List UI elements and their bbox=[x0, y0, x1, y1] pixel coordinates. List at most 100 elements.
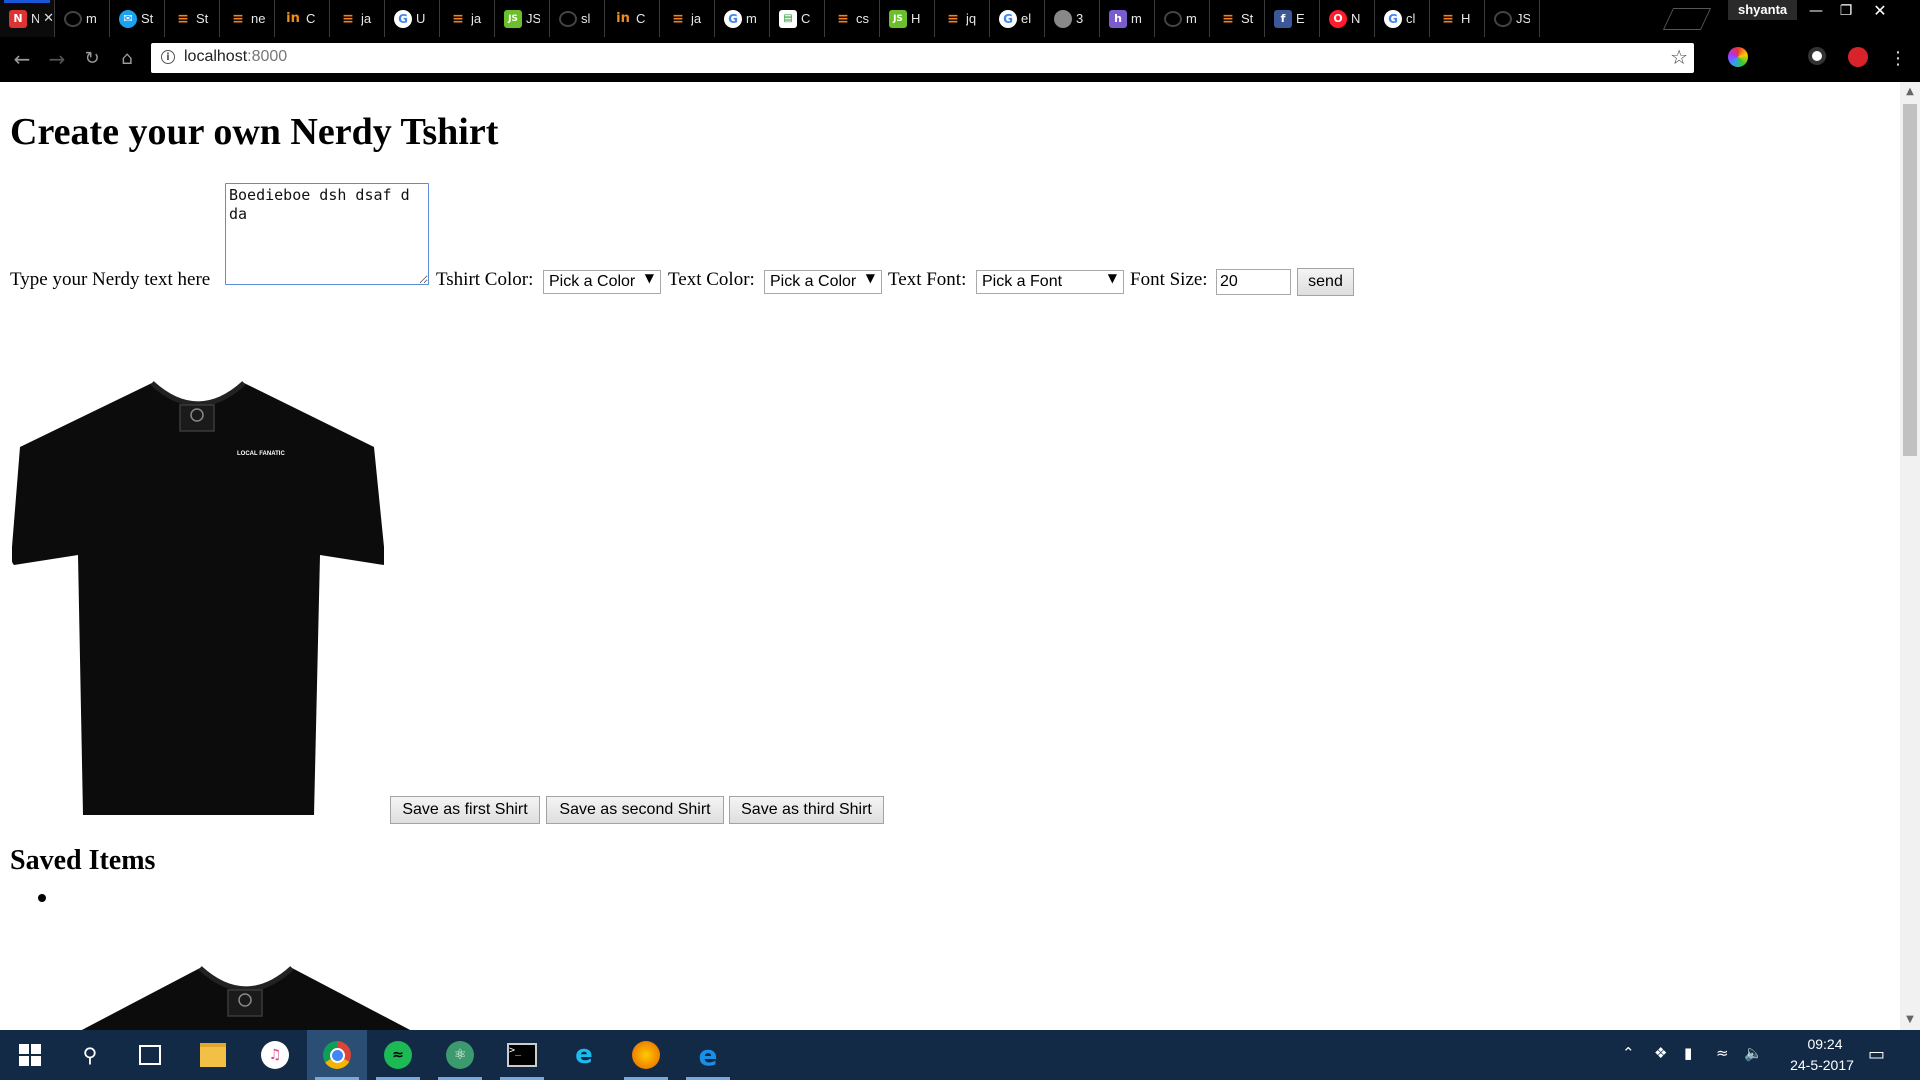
itunes-button[interactable]: ♫ bbox=[245, 1030, 305, 1080]
battery-icon[interactable]: ▮ bbox=[1684, 1044, 1692, 1062]
internet-explorer-button[interactable]: e bbox=[554, 1030, 614, 1080]
browser-tab[interactable]: ≡ St bbox=[165, 0, 220, 37]
color-picker-extension-icon[interactable] bbox=[1728, 47, 1748, 67]
menu-icon[interactable]: ⋮ bbox=[1884, 45, 1912, 73]
tab-title: H bbox=[911, 11, 921, 26]
scroll-thumb[interactable] bbox=[1903, 104, 1917, 456]
spotify-button[interactable]: ≈ bbox=[368, 1030, 428, 1080]
browser-tab[interactable]: ▤ C bbox=[770, 0, 825, 37]
lastpass-extension-icon[interactable] bbox=[1848, 47, 1868, 67]
browser-tab[interactable]: GU bbox=[385, 0, 440, 37]
browser-tab[interactable]: ≡ ne bbox=[220, 0, 275, 37]
linkedin-icon: in bbox=[286, 11, 300, 26]
firefox-icon bbox=[632, 1041, 660, 1069]
stackoverflow-icon: ≡ bbox=[837, 10, 849, 27]
extension-icon[interactable] bbox=[1808, 47, 1826, 65]
tab-title: ja bbox=[361, 11, 372, 26]
browser-tab[interactable]: ≡ ja bbox=[440, 0, 495, 37]
vertical-scrollbar[interactable]: ▲ ▼ bbox=[1900, 82, 1920, 1030]
task-view-button[interactable] bbox=[120, 1030, 180, 1080]
close-window-icon[interactable]: ✕ bbox=[1864, 0, 1896, 22]
browser-tab[interactable]: ≡ H bbox=[1430, 0, 1485, 37]
browser-tab[interactable]: fE bbox=[1265, 0, 1320, 37]
saved-items-heading: Saved Items bbox=[10, 845, 156, 876]
browser-tab[interactable]: in C bbox=[275, 0, 330, 37]
browser-tab[interactable]: Gcl bbox=[1375, 0, 1430, 37]
tab-title: ja bbox=[471, 11, 482, 26]
font-size-input[interactable] bbox=[1216, 269, 1291, 295]
browser-tab[interactable]: m bbox=[1155, 0, 1210, 37]
scroll-up-icon[interactable]: ▲ bbox=[1900, 82, 1920, 102]
browser-tab[interactable]: ON bbox=[1320, 0, 1375, 37]
volume-icon[interactable]: 🔈 bbox=[1744, 1044, 1763, 1062]
clock-date[interactable]: 24-5-2017 bbox=[1772, 1057, 1872, 1073]
jsbin-icon: JS bbox=[504, 9, 522, 28]
browser-tab[interactable]: hm bbox=[1100, 0, 1155, 37]
address-bar[interactable]: i localhost:8000 ☆ bbox=[151, 43, 1694, 73]
browser-tab[interactable]: Gel bbox=[990, 0, 1045, 37]
tab-close-icon[interactable]: ✕ bbox=[43, 11, 54, 26]
browser-tab[interactable]: ≡ ja bbox=[330, 0, 385, 37]
tshirt-color-select[interactable]: Pick a Color ▼ bbox=[543, 270, 661, 294]
tab-title: C bbox=[801, 11, 811, 26]
show-hidden-icons-icon[interactable]: ⌃ bbox=[1622, 1044, 1635, 1062]
browser-tab[interactable]: JS bbox=[1485, 0, 1540, 37]
save-second-shirt-button[interactable]: Save as second Shirt bbox=[546, 796, 724, 824]
firefox-button[interactable] bbox=[616, 1030, 676, 1080]
browser-tab[interactable]: JS JS bbox=[495, 0, 550, 37]
forward-icon[interactable]: → bbox=[43, 45, 71, 73]
start-button[interactable] bbox=[0, 1030, 60, 1080]
home-icon[interactable]: ⌂ bbox=[113, 45, 141, 73]
browser-tab[interactable]: ≡ cs bbox=[825, 0, 880, 37]
action-center-icon[interactable]: ▭ bbox=[1868, 1044, 1885, 1065]
tshirt-color-value: Pick a Color bbox=[549, 273, 636, 290]
browser-tab[interactable]: m bbox=[55, 0, 110, 37]
atom-button[interactable]: ⚛ bbox=[430, 1030, 490, 1080]
browser-tab[interactable]: ✉ St bbox=[110, 0, 165, 37]
list-bullet bbox=[38, 894, 46, 902]
github-icon bbox=[559, 10, 577, 27]
search-button[interactable]: ⚲ bbox=[60, 1030, 120, 1080]
tshirt-print-text: LOCAL FANATIC bbox=[237, 451, 285, 457]
save-third-shirt-button[interactable]: Save as third Shirt bbox=[729, 796, 884, 824]
browser-tab[interactable]: sl bbox=[550, 0, 605, 37]
stackoverflow-icon: ≡ bbox=[342, 10, 354, 27]
nerdy-text-input[interactable]: Boedieboe dsh dsaf d da bbox=[225, 183, 429, 285]
edge-button[interactable]: e bbox=[678, 1030, 738, 1080]
profile-button[interactable]: shyanta bbox=[1728, 0, 1798, 20]
tab-title: Ne bbox=[31, 11, 40, 26]
browser-tab[interactable]: Gm bbox=[715, 0, 770, 37]
wifi-icon[interactable]: ≈ bbox=[1716, 1044, 1729, 1062]
textarea-label: Type your Nerdy text here bbox=[10, 269, 211, 290]
terminal-button[interactable]: >_ bbox=[492, 1030, 552, 1080]
browser-tab[interactable]: JS H bbox=[880, 0, 935, 37]
browser-tab[interactable]: ≡ ja bbox=[660, 0, 715, 37]
reload-icon[interactable]: ↻ bbox=[78, 45, 106, 73]
send-button[interactable]: send bbox=[1297, 268, 1354, 296]
browser-tab[interactable]: ≡ St bbox=[1210, 0, 1265, 37]
browser-tab[interactable]: 3 bbox=[1045, 0, 1100, 37]
tab-title: 3 bbox=[1076, 11, 1084, 26]
browser-tab[interactable]: ≡ jq bbox=[935, 0, 990, 37]
bookmark-star-icon[interactable]: ☆ bbox=[1670, 45, 1688, 69]
minimize-icon[interactable]: — bbox=[1800, 0, 1832, 22]
stackoverflow-icon: ≡ bbox=[1442, 10, 1454, 27]
restore-icon[interactable]: ❐ bbox=[1830, 0, 1862, 22]
tab-title: H bbox=[1461, 11, 1471, 26]
new-tab-button[interactable] bbox=[1662, 8, 1712, 30]
info-icon[interactable]: i bbox=[161, 50, 175, 64]
file-explorer-button[interactable] bbox=[183, 1030, 243, 1080]
chart-icon: ▤ bbox=[779, 9, 797, 28]
text-font-select[interactable]: Pick a Font ▼ bbox=[976, 270, 1124, 294]
back-icon[interactable]: ← bbox=[8, 45, 36, 73]
dropbox-icon[interactable]: ❖ bbox=[1654, 1044, 1667, 1062]
clock-time[interactable]: 09:24 bbox=[1790, 1036, 1860, 1052]
scroll-down-icon[interactable]: ▼ bbox=[1900, 1010, 1920, 1030]
save-first-shirt-button[interactable]: Save as first Shirt bbox=[390, 796, 540, 824]
browser-tab[interactable]: N Ne✕ bbox=[0, 0, 55, 37]
text-color-select[interactable]: Pick a Color ▼ bbox=[764, 270, 882, 294]
stackoverflow-icon: ≡ bbox=[1222, 10, 1234, 27]
url-port: :8000 bbox=[247, 48, 288, 65]
browser-tab[interactable]: in C bbox=[605, 0, 660, 37]
chrome-taskbar-button[interactable] bbox=[307, 1030, 367, 1080]
